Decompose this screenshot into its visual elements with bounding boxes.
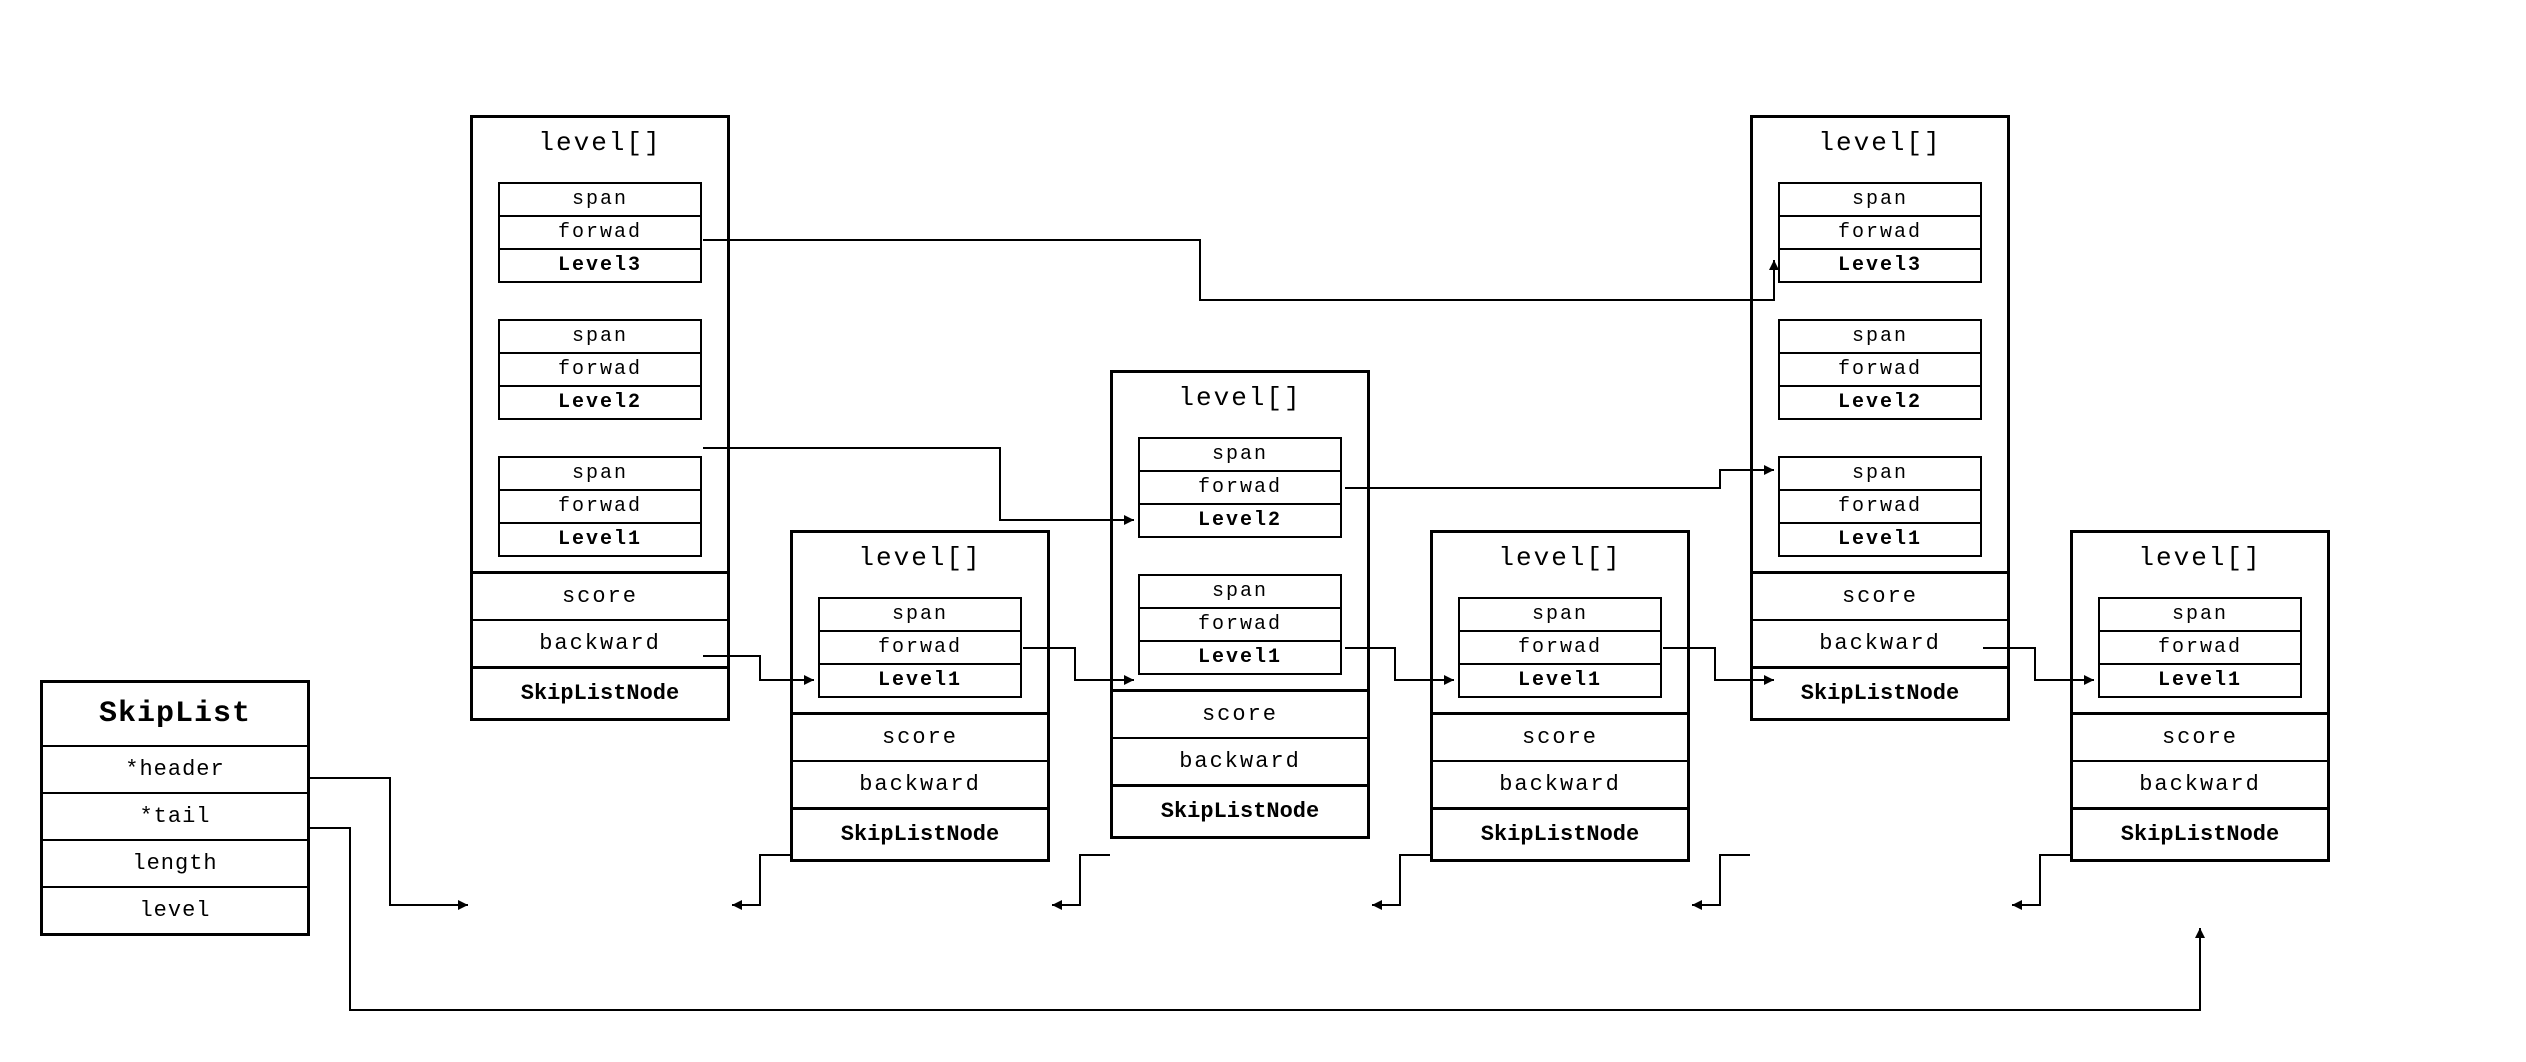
node-5-level3-block: span forwad Level3 — [1778, 182, 1981, 283]
skiplist-field-level: level — [43, 886, 307, 933]
node-name-label: SkipListNode — [1113, 784, 1367, 836]
arrow-n6-back-to-n5 — [2012, 855, 2070, 905]
span-label: span — [500, 458, 699, 489]
node-1-level-title: level[] — [473, 118, 727, 172]
score-label: score — [1433, 712, 1687, 760]
span-label: span — [1460, 599, 1659, 630]
span-label: span — [1140, 439, 1339, 470]
backward-label: backward — [473, 619, 727, 666]
node-6: level[] span forwad Level1 score backwar… — [2070, 530, 2330, 862]
score-label: score — [473, 571, 727, 619]
forward-label: forwad — [1460, 630, 1659, 663]
forward-label: forwad — [1780, 352, 1979, 385]
span-label: span — [1780, 458, 1979, 489]
level3-label: Level3 — [500, 248, 699, 281]
node-name-label: SkipListNode — [1753, 666, 2007, 718]
node-name-label: SkipListNode — [793, 807, 1047, 859]
node-5-level2-block: span forwad Level2 — [1778, 319, 1981, 420]
arrow-n1-l3-to-n5 — [703, 240, 1774, 300]
skiplist-struct-box: SkipList *header *tail length level — [40, 680, 310, 936]
span-label: span — [1780, 184, 1979, 215]
node-name-label: SkipListNode — [2073, 807, 2327, 859]
node-1: level[] span forwad Level3 span forwad L… — [470, 115, 730, 721]
level3-label: Level3 — [1780, 248, 1979, 281]
level1-label: Level1 — [1460, 663, 1659, 696]
level1-label: Level1 — [1140, 640, 1339, 673]
forward-label: forwad — [500, 489, 699, 522]
node-3: level[] span forwad Level2 span forwad L… — [1110, 370, 1370, 839]
node-5-level-title: level[] — [1753, 118, 2007, 172]
score-label: score — [1113, 689, 1367, 737]
forward-label: forwad — [2100, 630, 2299, 663]
node-2-level1-block: span forwad Level1 — [818, 597, 1021, 698]
node-4: level[] span forwad Level1 score backwar… — [1430, 530, 1690, 862]
backward-label: backward — [793, 760, 1047, 807]
node-1-level2-block: span forwad Level2 — [498, 319, 701, 420]
span-label: span — [2100, 599, 2299, 630]
node-4-level1-block: span forwad Level1 — [1458, 597, 1661, 698]
arrow-n3-back-to-n2 — [1052, 855, 1110, 905]
level2-label: Level2 — [1140, 503, 1339, 536]
node-5-level1-block: span forwad Level1 — [1778, 456, 1981, 557]
backward-label: backward — [1753, 619, 2007, 666]
node-1-level1-block: span forwad Level1 — [498, 456, 701, 557]
node-3-level1-block: span forwad Level1 — [1138, 574, 1341, 675]
level2-label: Level2 — [500, 385, 699, 418]
node-6-level1-block: span forwad Level1 — [2098, 597, 2301, 698]
forward-label: forwad — [500, 352, 699, 385]
span-label: span — [500, 184, 699, 215]
arrow-header-to-n1 — [310, 778, 468, 905]
forward-label: forwad — [1780, 215, 1979, 248]
level1-label: Level1 — [1780, 522, 1979, 555]
node-4-level-title: level[] — [1433, 533, 1687, 587]
arrow-n5-back-to-n4 — [1692, 855, 1750, 905]
skiplist-field-tail: *tail — [43, 792, 307, 839]
arrow-tail-to-n6 — [310, 828, 2200, 1010]
skiplist-field-length: length — [43, 839, 307, 886]
node-5: level[] span forwad Level3 span forwad L… — [1750, 115, 2010, 721]
forward-label: forwad — [820, 630, 1019, 663]
node-name-label: SkipListNode — [1433, 807, 1687, 859]
span-label: span — [1140, 576, 1339, 607]
level1-label: Level1 — [500, 522, 699, 555]
score-label: score — [2073, 712, 2327, 760]
node-3-level2-block: span forwad Level2 — [1138, 437, 1341, 538]
forward-label: forwad — [1780, 489, 1979, 522]
span-label: span — [500, 321, 699, 352]
node-6-level-title: level[] — [2073, 533, 2327, 587]
node-2: level[] span forwad Level1 score backwar… — [790, 530, 1050, 862]
arrow-n1-l2-to-n3 — [703, 448, 1134, 520]
score-label: score — [793, 712, 1047, 760]
backward-label: backward — [2073, 760, 2327, 807]
skiplist-title: SkipList — [43, 683, 307, 745]
span-label: span — [1780, 321, 1979, 352]
forward-label: forwad — [1140, 470, 1339, 503]
arrow-n3-l2-to-n5 — [1345, 470, 1774, 488]
diagram-canvas: SkipList *header *tail length level leve… — [0, 0, 2526, 1062]
backward-label: backward — [1433, 760, 1687, 807]
span-label: span — [820, 599, 1019, 630]
arrow-n4-back-to-n3 — [1372, 855, 1430, 905]
level1-label: Level1 — [2100, 663, 2299, 696]
forward-label: forwad — [1140, 607, 1339, 640]
score-label: score — [1753, 571, 2007, 619]
arrow-n2-back-to-n1 — [732, 855, 790, 905]
level1-label: Level1 — [820, 663, 1019, 696]
forward-label: forwad — [500, 215, 699, 248]
node-2-level-title: level[] — [793, 533, 1047, 587]
skiplist-field-header: *header — [43, 745, 307, 792]
node-1-level3-block: span forwad Level3 — [498, 182, 701, 283]
node-3-level-title: level[] — [1113, 373, 1367, 427]
node-name-label: SkipListNode — [473, 666, 727, 718]
level2-label: Level2 — [1780, 385, 1979, 418]
backward-label: backward — [1113, 737, 1367, 784]
